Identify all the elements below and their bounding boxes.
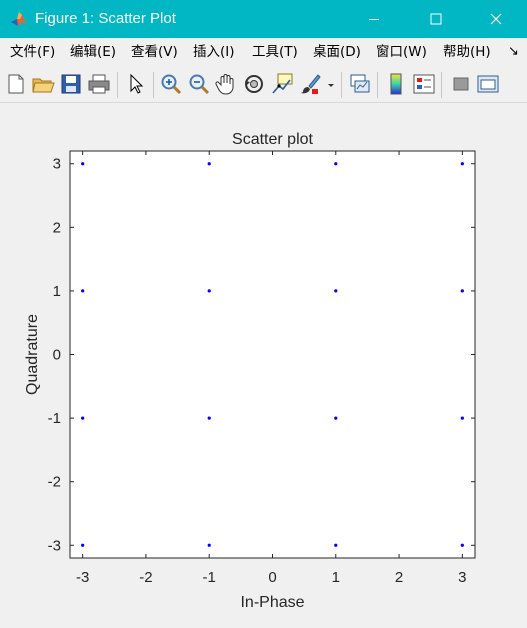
x-tick-label: -1 [203, 569, 216, 586]
chart-title: Scatter plot [232, 131, 313, 148]
data-point[interactable] [81, 543, 85, 547]
data-point[interactable] [460, 162, 464, 166]
figure-canvas: -3 -2 -1 0 1 2 3 -3 -2 -1 0 1 2 3 Scatter plot In-Pha… [0, 103, 527, 628]
title-bar[interactable]: Figure 1: Scatter Plot [0, 0, 527, 38]
menu-file[interactable]: 文件(F) [10, 38, 55, 66]
toolbar-separator [441, 72, 442, 98]
data-point[interactable] [460, 416, 464, 420]
zoom-out-icon[interactable] [187, 72, 211, 96]
x-tick-label: 3 [458, 569, 466, 586]
data-point[interactable] [81, 416, 85, 420]
data-point[interactable] [207, 289, 211, 293]
scatter-plot[interactable]: -3 -2 -1 0 1 2 3 -3 -2 -1 0 1 2 3 Scatter plot In-Pha… [0, 103, 527, 628]
close-button[interactable] [473, 0, 519, 38]
data-point[interactable] [334, 289, 338, 293]
data-point[interactable] [334, 162, 338, 166]
window-title: Figure 1: Scatter Plot [35, 10, 176, 27]
minimize-icon [369, 19, 379, 20]
pan-hand-icon[interactable] [214, 72, 238, 96]
matlab-logo-icon [10, 10, 28, 28]
brush-icon[interactable] [298, 72, 322, 96]
data-cursor-icon[interactable] [270, 72, 294, 96]
menu-tools[interactable]: 工具(T) [252, 38, 298, 66]
toolbar-separator [377, 72, 378, 98]
y-tick-label: 3 [53, 156, 61, 173]
y-axis-label: Quadrature [24, 314, 41, 395]
toolbar-separator [117, 72, 118, 98]
toolbar-separator [341, 72, 342, 98]
menu-view[interactable]: 查看(V) [131, 38, 178, 66]
insert-colorbar-icon[interactable] [384, 72, 408, 96]
data-point[interactable] [207, 162, 211, 166]
menu-help[interactable]: 帮助(H) [443, 38, 491, 66]
y-tick-label: 2 [53, 219, 61, 236]
data-point[interactable] [207, 543, 211, 547]
hide-plot-tools-icon[interactable] [449, 72, 473, 96]
save-icon[interactable] [59, 72, 83, 96]
data-point[interactable] [81, 289, 85, 293]
y-tick-label: -3 [48, 537, 61, 554]
x-tick-label: 0 [268, 569, 276, 586]
x-axis-label: In-Phase [240, 594, 304, 611]
toolbar-separator [153, 72, 154, 98]
x-tick-label: 1 [332, 569, 340, 586]
menu-overflow-arrow-icon[interactable]: ↘ [508, 38, 519, 66]
brush-dropdown-icon[interactable] [326, 72, 336, 96]
zoom-in-icon[interactable] [159, 72, 183, 96]
menu-insert[interactable]: 插入(I) [193, 38, 235, 66]
minimize-button[interactable] [351, 0, 397, 38]
data-point[interactable] [334, 416, 338, 420]
x-tick-label: 2 [395, 569, 403, 586]
show-plot-tools-icon[interactable] [476, 72, 500, 96]
y-tick-label: 1 [53, 283, 61, 300]
y-tick-label: -2 [48, 474, 61, 491]
data-point[interactable] [334, 543, 338, 547]
y-tick-label: 0 [53, 347, 61, 364]
rotate-3d-icon[interactable] [242, 72, 266, 96]
axes-area[interactable] [70, 151, 475, 558]
x-tick-label: -3 [76, 569, 89, 586]
menu-edit[interactable]: 编辑(E) [70, 38, 116, 66]
menu-desktop[interactable]: 桌面(D) [313, 38, 361, 66]
open-file-icon[interactable] [31, 72, 55, 96]
y-tick-label: -1 [48, 410, 61, 427]
new-figure-icon[interactable] [4, 72, 28, 96]
insert-legend-icon[interactable] [412, 72, 436, 96]
figure-toolbar [0, 66, 527, 103]
data-point[interactable] [81, 162, 85, 166]
data-point[interactable] [460, 289, 464, 293]
print-icon[interactable] [87, 72, 111, 96]
close-icon [490, 13, 502, 25]
link-plot-icon[interactable] [348, 72, 372, 96]
data-point[interactable] [207, 416, 211, 420]
maximize-icon [430, 13, 442, 25]
x-tick-label: -2 [139, 569, 152, 586]
maximize-button[interactable] [413, 0, 459, 38]
menu-bar: 文件(F) 编辑(E) 查看(V) 插入(I) 工具(T) 桌面(D) 窗口(W… [0, 38, 527, 66]
select-arrow-icon[interactable] [124, 72, 148, 96]
data-point[interactable] [460, 543, 464, 547]
menu-window[interactable]: 窗口(W) [376, 38, 427, 66]
